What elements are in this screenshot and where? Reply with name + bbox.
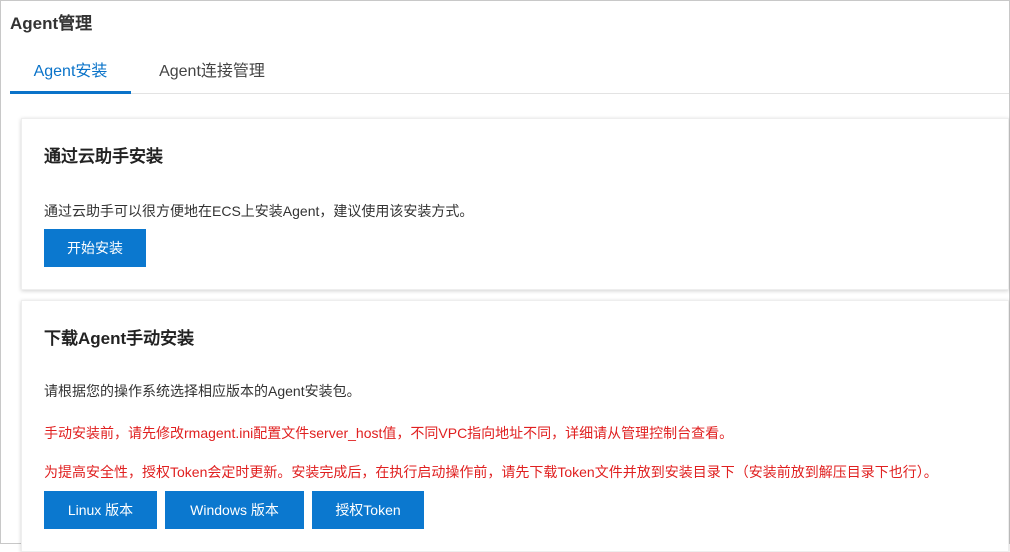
windows-version-button[interactable]: Windows 版本 [165,491,304,529]
tab-agent-install[interactable]: Agent安装 [10,57,131,94]
cloud-assistant-title: 通过云助手安装 [44,147,163,166]
page-title: Agent管理 [10,14,93,33]
tab-agent-connection[interactable]: Agent连接管理 [152,57,272,91]
cloud-assistant-card: 通过云助手安装 通过云助手可以很方便地在ECS上安装Agent，建议使用该安装方… [21,118,1009,290]
manual-install-title: 下载Agent手动安装 [44,329,195,348]
cloud-assistant-description: 通过云助手可以很方便地在ECS上安装Agent，建议使用该安装方式。 [44,203,474,219]
app-frame: Agent管理 Agent安装 Agent连接管理 通过云助手安装 通过云助手可… [0,0,1010,552]
config-warning-text: 手动安装前，请先修改rmagent.ini配置文件server_host值，不同… [44,425,734,441]
start-install-button[interactable]: 开始安装 [44,229,146,267]
auth-token-button[interactable]: 授权Token [312,491,424,529]
token-warning-text: 为提高安全性，授权Token会定时更新。安装完成后，在执行启动操作前，请先下载T… [44,464,938,480]
manual-install-card: 下载Agent手动安装 请根据您的操作系统选择相应版本的Agent安装包。 手动… [21,300,1009,552]
manual-install-description: 请根据您的操作系统选择相应版本的Agent安装包。 [44,383,361,399]
linux-version-button[interactable]: Linux 版本 [44,491,157,529]
tab-bar: Agent安装 Agent连接管理 [10,57,1009,94]
